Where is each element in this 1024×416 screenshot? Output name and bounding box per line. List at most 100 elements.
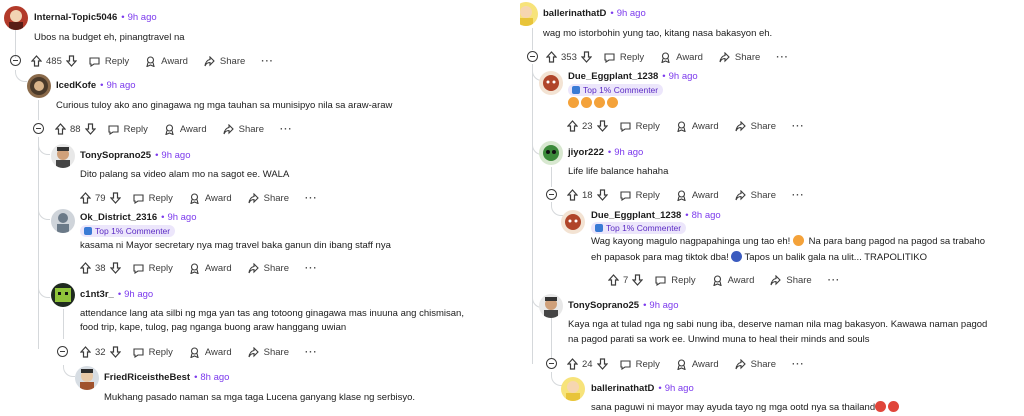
upvote-icon[interactable] <box>567 358 578 370</box>
avatar[interactable] <box>51 144 75 168</box>
avatar[interactable] <box>27 74 51 98</box>
share-button[interactable]: Share <box>248 192 289 204</box>
downvote-icon[interactable] <box>65 55 77 67</box>
panel-divider <box>512 0 520 416</box>
share-button[interactable]: Share <box>248 346 289 358</box>
upvote-icon[interactable] <box>567 189 578 201</box>
share-button[interactable]: Share <box>223 123 264 135</box>
award-button[interactable]: Award <box>712 275 754 286</box>
share-button[interactable]: Share <box>248 262 289 274</box>
more-options-button[interactable]: ··· <box>280 124 293 135</box>
avatar[interactable] <box>561 210 585 234</box>
vote-control: 7 <box>608 274 644 286</box>
upvote-icon[interactable] <box>80 262 91 274</box>
downvote-icon[interactable] <box>109 192 121 204</box>
share-button[interactable]: Share <box>735 358 776 370</box>
reply-button[interactable]: Reply <box>620 121 660 132</box>
more-options-button[interactable]: ··· <box>792 359 805 370</box>
downvote-icon[interactable] <box>109 262 121 274</box>
collapse-thread-button[interactable] <box>527 51 538 62</box>
upvote-icon[interactable] <box>80 346 91 358</box>
avatar[interactable] <box>561 377 585 401</box>
username[interactable]: Ok_District_2316 • 9h ago <box>80 212 197 223</box>
reply-button[interactable]: Reply <box>620 359 660 370</box>
upvote-icon[interactable] <box>608 274 619 286</box>
reply-button[interactable]: Reply <box>604 52 644 63</box>
username[interactable]: c1nt3r_ • 9h ago <box>80 289 153 300</box>
upvote-icon[interactable] <box>55 123 66 135</box>
share-icon <box>735 358 746 369</box>
award-button[interactable]: Award <box>189 347 232 358</box>
upvote-icon[interactable] <box>546 51 557 63</box>
award-button[interactable]: Award <box>164 124 207 135</box>
more-options-button[interactable]: ··· <box>305 193 318 204</box>
avatar[interactable] <box>51 209 75 233</box>
share-button[interactable]: Share <box>770 274 812 286</box>
more-options-button[interactable]: ··· <box>828 275 841 286</box>
more-options-button[interactable]: ··· <box>261 56 274 67</box>
reply-button[interactable]: Reply <box>620 190 660 201</box>
downvote-icon[interactable] <box>596 358 608 370</box>
username[interactable]: ballerinathatD • 9h ago <box>543 8 646 19</box>
downvote-icon[interactable] <box>580 51 592 63</box>
downvote-icon[interactable] <box>596 120 608 132</box>
share-button[interactable]: Share <box>735 120 776 132</box>
username[interactable]: Internal-Topic5046 • 9h ago <box>34 12 157 23</box>
award-button[interactable]: Award <box>189 193 232 204</box>
reply-button[interactable]: Reply <box>133 263 173 274</box>
reply-button[interactable]: Reply <box>655 275 696 286</box>
reply-button[interactable]: Reply <box>108 124 148 135</box>
upvote-icon[interactable] <box>80 192 91 204</box>
avatar[interactable] <box>539 141 563 165</box>
collapse-thread-button[interactable] <box>33 123 44 134</box>
collapse-thread-button[interactable] <box>10 55 21 66</box>
downvote-icon[interactable] <box>109 346 121 358</box>
share-button[interactable]: Share <box>719 51 760 63</box>
upvote-icon[interactable] <box>567 120 578 132</box>
award-button[interactable]: Award <box>676 121 719 132</box>
more-options-button[interactable]: ··· <box>792 121 805 132</box>
username[interactable]: ballerinathatD • 9h ago <box>591 383 694 394</box>
comment-actions: 485 Reply Award Share ··· <box>31 52 274 70</box>
more-options-button[interactable]: ··· <box>305 347 318 358</box>
reply-icon <box>133 193 144 204</box>
username[interactable]: IcedKofe • 9h ago <box>56 80 136 91</box>
collapse-thread-button[interactable] <box>546 358 557 369</box>
avatar[interactable] <box>75 366 99 390</box>
avatar[interactable] <box>4 6 28 30</box>
award-button[interactable]: Award <box>676 359 719 370</box>
share-button[interactable]: Share <box>204 55 245 67</box>
downvote-icon[interactable] <box>632 274 644 286</box>
username[interactable]: Due_Eggplant_1238 • 9h ago <box>568 71 698 82</box>
avatar[interactable] <box>51 283 75 307</box>
award-icon <box>190 346 199 358</box>
downvote-icon[interactable] <box>596 189 608 201</box>
more-options-button[interactable]: ··· <box>776 52 789 63</box>
award-button[interactable]: Award <box>189 263 232 274</box>
avatar[interactable] <box>539 71 563 95</box>
badge-icon <box>595 224 603 232</box>
username[interactable]: jiyor222 • 9h ago <box>568 147 643 158</box>
reply-button[interactable]: Reply <box>133 193 173 204</box>
username[interactable]: TonySoprano25 • 9h ago <box>568 300 678 311</box>
thread-curve <box>63 365 75 377</box>
collapse-thread-button[interactable] <box>546 189 557 200</box>
comment-actions: 24 Reply Award Share ··· <box>567 355 805 373</box>
reply-button[interactable]: Reply <box>133 347 173 358</box>
username[interactable]: FriedRiceistheBest • 8h ago <box>104 372 229 383</box>
more-options-button[interactable]: ··· <box>305 263 318 274</box>
award-button[interactable]: Award <box>145 56 188 67</box>
upvote-icon[interactable] <box>31 55 42 67</box>
username[interactable]: Due_Eggplant_1238 • 8h ago <box>591 210 721 221</box>
more-options-button[interactable]: ··· <box>792 190 805 201</box>
share-button[interactable]: Share <box>735 189 776 201</box>
downvote-icon[interactable] <box>84 123 96 135</box>
award-button[interactable]: Award <box>660 52 703 63</box>
comment-actions: 88 Reply Award Share ··· <box>55 120 293 138</box>
username[interactable]: TonySoprano25 • 9h ago <box>80 150 190 161</box>
reply-button[interactable]: Reply <box>89 56 129 67</box>
award-button[interactable]: Award <box>676 190 719 201</box>
collapse-thread-button[interactable] <box>57 346 68 357</box>
avatar[interactable] <box>539 294 563 318</box>
avatar[interactable] <box>520 2 538 26</box>
